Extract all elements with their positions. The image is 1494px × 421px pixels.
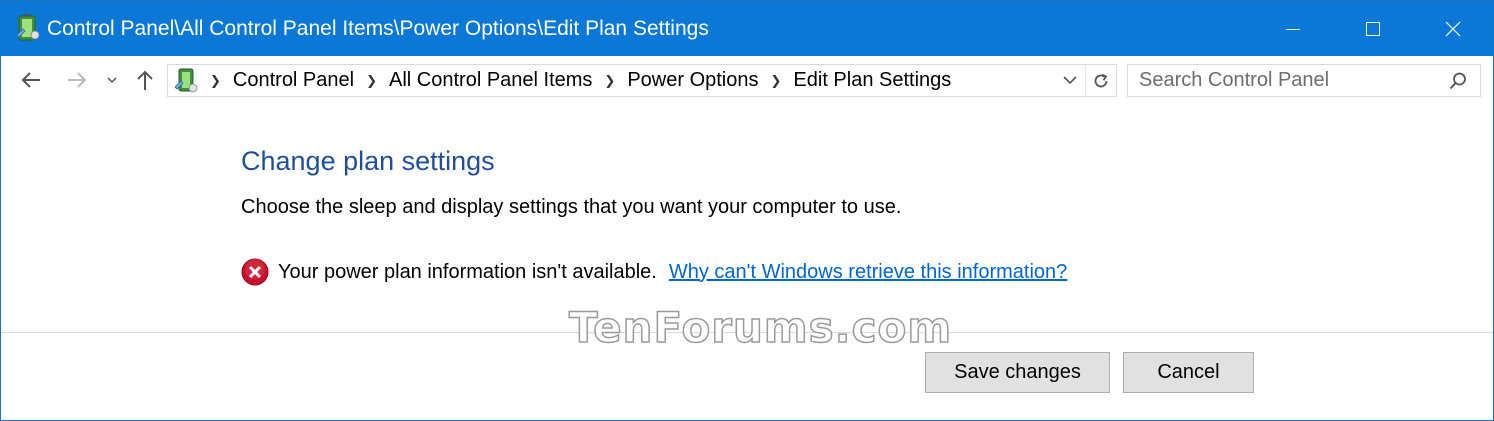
breadcrumb-all-items[interactable]: All Control Panel Items bbox=[389, 69, 592, 92]
back-button[interactable] bbox=[17, 66, 45, 94]
refresh-button[interactable] bbox=[1085, 65, 1116, 96]
arrow-right-icon bbox=[68, 72, 87, 88]
page-description: Choose the sleep and display settings th… bbox=[241, 196, 902, 218]
chevron-down-icon bbox=[107, 77, 117, 84]
search-icon[interactable] bbox=[1448, 71, 1468, 91]
error-message: Your power plan information isn't availa… bbox=[278, 260, 657, 283]
control-panel-window: Control Panel\All Control Panel Items\Po… bbox=[0, 0, 1494, 421]
breadcrumb-separator-icon[interactable]: ❯ bbox=[210, 73, 221, 89]
breadcrumb-power-options[interactable]: Power Options bbox=[627, 69, 758, 92]
up-button[interactable] bbox=[131, 66, 159, 94]
refresh-icon bbox=[1094, 73, 1108, 87]
arrow-up-icon bbox=[137, 70, 153, 90]
cancel-button[interactable]: Cancel bbox=[1123, 352, 1254, 393]
breadcrumb-control-panel[interactable]: Control Panel bbox=[233, 69, 354, 92]
control-panel-icon bbox=[174, 68, 198, 93]
maximize-button[interactable] bbox=[1333, 1, 1413, 56]
arrow-left-icon bbox=[21, 72, 40, 88]
address-bar[interactable]: ❯ Control Panel ❯ All Control Panel Item… bbox=[167, 64, 1117, 97]
window-title: Control Panel\All Control Panel Items\Po… bbox=[47, 17, 709, 40]
chevron-down-icon bbox=[1063, 76, 1077, 85]
error-message-row: Your power plan information isn't availa… bbox=[241, 258, 1067, 286]
watermark: TenForums.com bbox=[568, 302, 953, 353]
control-panel-icon bbox=[16, 14, 40, 41]
main-content: Change plan settings Choose the sleep an… bbox=[1, 104, 1493, 332]
minimize-icon bbox=[1286, 28, 1300, 30]
breadcrumb: ❯ Control Panel ❯ All Control Panel Item… bbox=[204, 65, 951, 96]
page-title: Change plan settings bbox=[241, 146, 495, 176]
navigation-bar: ❯ Control Panel ❯ All Control Panel Item… bbox=[1, 56, 1493, 104]
address-history-button[interactable] bbox=[1058, 65, 1082, 96]
breadcrumb-separator-icon[interactable]: ❯ bbox=[604, 73, 615, 89]
recent-locations-button[interactable] bbox=[104, 66, 120, 94]
save-changes-button[interactable]: Save changes bbox=[925, 352, 1110, 393]
breadcrumb-separator-icon[interactable]: ❯ bbox=[366, 73, 377, 89]
close-button[interactable] bbox=[1413, 1, 1493, 56]
search-box[interactable] bbox=[1127, 64, 1481, 97]
search-input[interactable] bbox=[1128, 65, 1438, 96]
breadcrumb-separator-icon[interactable]: ❯ bbox=[771, 73, 782, 89]
forward-button[interactable] bbox=[63, 66, 91, 94]
breadcrumb-edit-plan-settings[interactable]: Edit Plan Settings bbox=[793, 69, 951, 92]
title-bar[interactable]: Control Panel\All Control Panel Items\Po… bbox=[1, 1, 1493, 56]
help-link[interactable]: Why can't Windows retrieve this informat… bbox=[669, 261, 1067, 284]
maximize-icon bbox=[1366, 21, 1380, 36]
close-icon bbox=[1445, 21, 1461, 36]
minimize-button[interactable] bbox=[1253, 1, 1333, 56]
error-x-icon bbox=[241, 258, 269, 286]
